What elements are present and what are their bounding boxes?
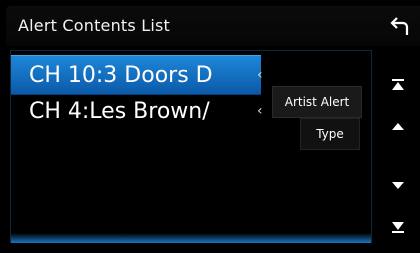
scroll-down-icon bbox=[392, 182, 404, 189]
list-item-ch4[interactable]: CH 4:Les Brown/ ‹ bbox=[11, 92, 263, 130]
scroll-to-bottom-icon bbox=[392, 222, 404, 233]
list-item-label: CH 10:3 Doors D bbox=[29, 62, 213, 88]
page-title: Alert Contents List bbox=[18, 16, 170, 35]
header-bar: Alert Contents List bbox=[6, 6, 420, 46]
scroll-controls bbox=[376, 50, 420, 253]
scroll-bottom-button[interactable] bbox=[376, 206, 420, 248]
scroll-down-button[interactable] bbox=[376, 164, 420, 206]
scroll-up-icon bbox=[392, 123, 404, 130]
bottom-strip bbox=[0, 246, 420, 253]
chevron-left-icon: ‹ bbox=[257, 103, 263, 119]
artist-alert-button[interactable]: Artist Alert bbox=[272, 86, 362, 118]
scroll-up-button[interactable] bbox=[376, 106, 420, 148]
scroll-to-top-icon bbox=[392, 79, 404, 90]
scroll-top-button[interactable] bbox=[376, 64, 420, 106]
list-item-label: CH 4:Les Brown/ bbox=[29, 98, 210, 124]
chevron-left-icon: ‹ bbox=[257, 67, 263, 83]
back-arrow-icon bbox=[390, 17, 409, 35]
alert-contents-screen: Alert Contents List CH 10:3 Doors D ‹ CH… bbox=[0, 0, 420, 253]
type-button[interactable]: Type bbox=[300, 118, 360, 150]
list-item-ch10[interactable]: CH 10:3 Doors D ‹ bbox=[11, 55, 263, 95]
back-button[interactable] bbox=[380, 6, 420, 46]
